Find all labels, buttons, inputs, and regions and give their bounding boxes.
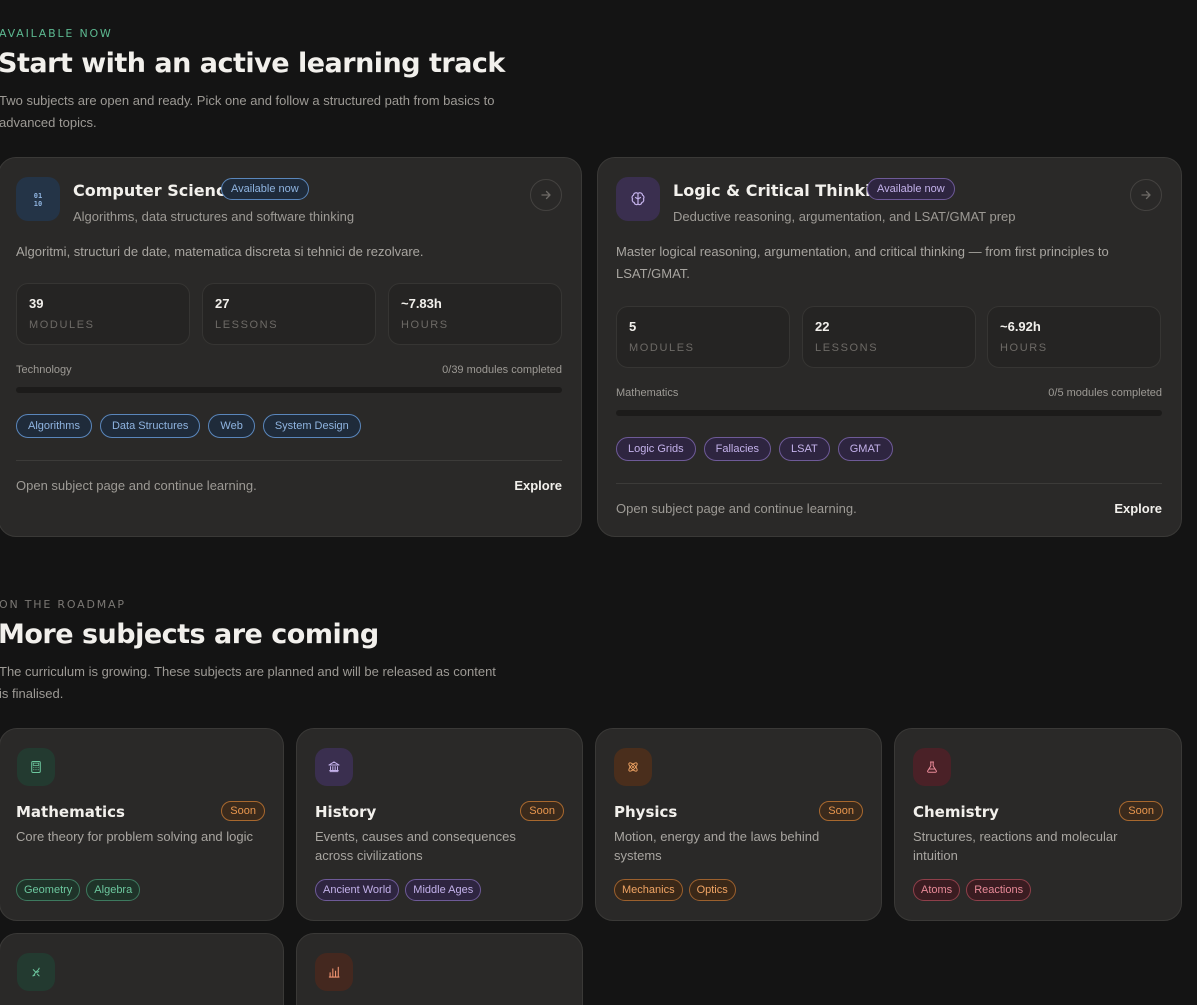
svg-text:01: 01 bbox=[34, 192, 42, 200]
track-description: Master logical reasoning, argumentation,… bbox=[616, 244, 1109, 281]
divider bbox=[616, 483, 1162, 484]
tag[interactable]: Logic Grids bbox=[616, 437, 696, 461]
track-footnote: Open subject page and continue learning. bbox=[616, 501, 857, 516]
track-footnote: Open subject page and continue learning. bbox=[16, 478, 257, 493]
track-title: Logic & Critical Thinking bbox=[673, 181, 894, 200]
soon-badge: Soon bbox=[520, 801, 564, 821]
track-category: Mathematics bbox=[616, 387, 679, 399]
upcoming-title: Chemistry bbox=[913, 803, 999, 821]
stat-lessons: 22 LESSONS bbox=[802, 306, 976, 368]
landmark-icon bbox=[315, 748, 353, 786]
bar-chart-icon bbox=[315, 953, 353, 991]
status-badge: Available now bbox=[221, 178, 309, 200]
upcoming-description: Core theory for problem solving and logi… bbox=[16, 829, 254, 844]
tag[interactable]: LSAT bbox=[779, 437, 830, 461]
track-title: Computer Science bbox=[73, 181, 237, 200]
brain-icon bbox=[616, 177, 660, 221]
svg-text:10: 10 bbox=[34, 200, 42, 208]
arrow-right-icon[interactable] bbox=[1130, 179, 1162, 211]
explore-link[interactable]: Explore bbox=[1114, 501, 1162, 516]
tag[interactable]: Optics bbox=[688, 879, 736, 901]
soon-badge: Soon bbox=[819, 801, 863, 821]
upcoming-card-mathematics[interactable]: Mathematics Soon Core theory for problem… bbox=[0, 728, 284, 921]
upcoming-card-partial-1[interactable] bbox=[0, 933, 284, 1005]
roadmap-heading: More subjects are coming bbox=[0, 619, 379, 650]
track-subtitle: Deductive reasoning, argumentation, and … bbox=[673, 209, 1016, 224]
roadmap-eyebrow: ON THE ROADMAP bbox=[0, 598, 126, 611]
upcoming-card-history[interactable]: History Soon Events, causes and conseque… bbox=[296, 728, 583, 921]
tag-list: Atoms Reactions bbox=[913, 879, 1032, 901]
available-eyebrow: AVAILABLE NOW bbox=[0, 27, 113, 40]
stat-modules: 39 MODULES bbox=[16, 283, 190, 345]
tag-list: Geometry Algebra bbox=[16, 879, 141, 901]
upcoming-title: History bbox=[315, 803, 377, 821]
explore-link[interactable]: Explore bbox=[514, 478, 562, 493]
progress-bar bbox=[616, 410, 1162, 416]
stat-lessons: 27 LESSONS bbox=[202, 283, 376, 345]
tag[interactable]: Atoms bbox=[913, 879, 961, 901]
tag[interactable]: Middle Ages bbox=[405, 879, 482, 901]
binary-icon: 01 10 bbox=[16, 177, 60, 221]
tag[interactable]: System Design bbox=[262, 414, 361, 438]
upcoming-card-partial-2[interactable] bbox=[296, 933, 583, 1005]
track-category: Technology bbox=[16, 364, 72, 376]
track-description: Algoritmi, structuri de date, matematica… bbox=[16, 244, 424, 259]
tag[interactable]: GMAT bbox=[837, 437, 893, 461]
upcoming-card-physics[interactable]: Physics Soon Motion, energy and the laws… bbox=[595, 728, 882, 921]
available-lead: Two subjects are open and ready. Pick on… bbox=[0, 93, 495, 130]
upcoming-title: Mathematics bbox=[16, 803, 125, 821]
tag[interactable]: Algorithms bbox=[16, 414, 92, 438]
progress-text: 0/39 modules completed bbox=[442, 364, 562, 376]
stat-modules: 5 MODULES bbox=[616, 306, 790, 368]
upcoming-description: Structures, reactions and molecular intu… bbox=[913, 829, 1118, 863]
arrow-right-icon[interactable] bbox=[530, 179, 562, 211]
tag[interactable]: Geometry bbox=[16, 879, 81, 901]
upcoming-description: Events, causes and consequences across c… bbox=[315, 829, 516, 863]
soon-badge: Soon bbox=[1119, 801, 1163, 821]
tag-list: Logic Grids Fallacies LSAT GMAT bbox=[616, 437, 893, 461]
status-badge: Available now bbox=[867, 178, 955, 200]
tag[interactable]: Data Structures bbox=[99, 414, 201, 438]
available-heading: Start with an active learning track bbox=[0, 48, 505, 79]
tag[interactable]: Algebra bbox=[86, 879, 141, 901]
calculator-icon bbox=[17, 748, 55, 786]
roadmap-lead: The curriculum is growing. These subject… bbox=[0, 664, 496, 701]
upcoming-title: Physics bbox=[614, 803, 678, 821]
atom-icon bbox=[614, 748, 652, 786]
flask-icon bbox=[913, 748, 951, 786]
track-card-logic[interactable]: Logic & Critical Thinking Available now … bbox=[597, 157, 1182, 537]
tag[interactable]: Mechanics bbox=[614, 879, 683, 901]
tag[interactable]: Web bbox=[208, 414, 255, 438]
progress-bar bbox=[16, 387, 562, 393]
stat-hours: ~7.83h HOURS bbox=[388, 283, 562, 345]
track-card-computer-science[interactable]: 01 10 Computer Science Available now Algo… bbox=[0, 157, 582, 537]
progress-text: 0/5 modules completed bbox=[1048, 387, 1162, 399]
tag-list: Mechanics Optics bbox=[614, 879, 736, 901]
tag[interactable]: Fallacies bbox=[703, 437, 772, 461]
upcoming-description: Motion, energy and the laws behind syste… bbox=[614, 829, 820, 863]
tag-list: Algorithms Data Structures Web System Desig… bbox=[16, 414, 361, 438]
soon-badge: Soon bbox=[221, 801, 265, 821]
dna-icon bbox=[17, 953, 55, 991]
divider bbox=[16, 460, 562, 461]
upcoming-card-chemistry[interactable]: Chemistry Soon Structures, reactions and… bbox=[894, 728, 1182, 921]
tag[interactable]: Reactions bbox=[966, 879, 1032, 901]
tag[interactable]: Ancient World bbox=[315, 879, 400, 901]
stat-hours: ~6.92h HOURS bbox=[987, 306, 1161, 368]
track-subtitle: Algorithms, data structures and software… bbox=[73, 209, 355, 224]
tag-list: Ancient World Middle Ages bbox=[315, 879, 482, 901]
